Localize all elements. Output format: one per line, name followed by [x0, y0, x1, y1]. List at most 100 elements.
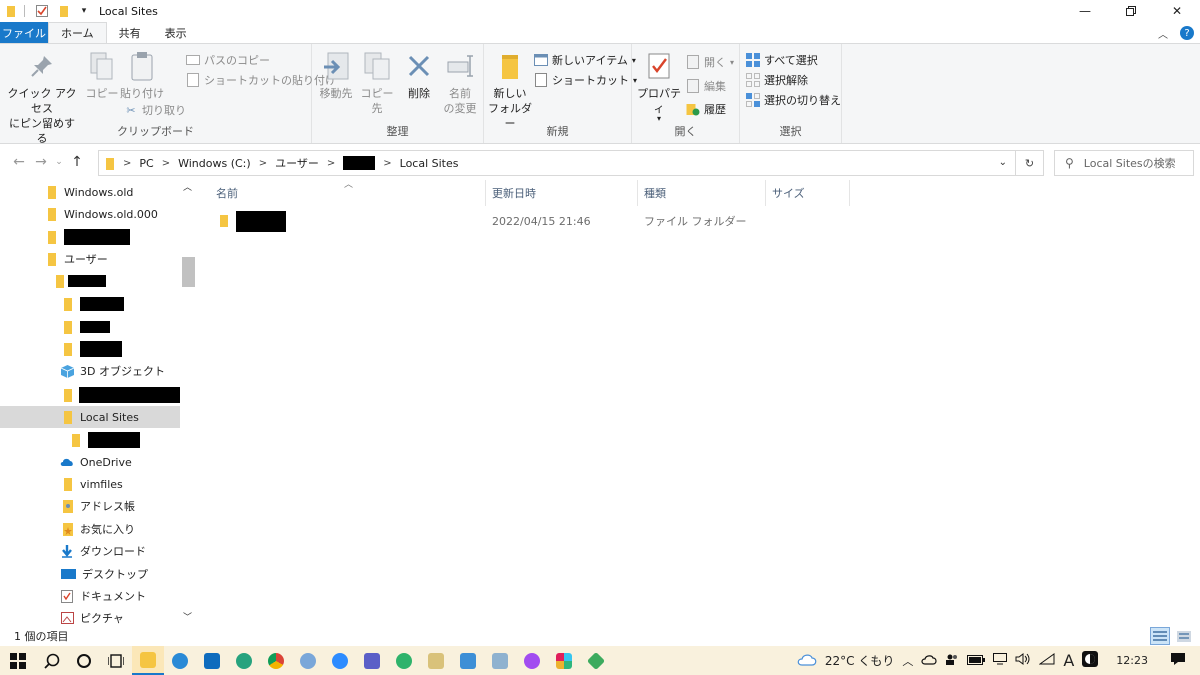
- column-header-size[interactable]: サイズ: [766, 180, 850, 206]
- taskbar-app[interactable]: [484, 646, 516, 675]
- wifi-icon[interactable]: [1038, 653, 1055, 668]
- weather-text[interactable]: 22°C くもり: [825, 652, 894, 669]
- onedrive-tray-icon[interactable]: [921, 654, 937, 668]
- tree-item-vimfiles[interactable]: vimfiles: [0, 473, 180, 495]
- taskbar-teams[interactable]: [356, 646, 388, 675]
- taskbar-app[interactable]: [580, 646, 612, 675]
- tree-item-redacted[interactable]: [0, 338, 180, 360]
- refresh-button[interactable]: ↻: [1016, 150, 1044, 176]
- tree-item-redacted[interactable]: [0, 384, 180, 406]
- breadcrumb-windows-c[interactable]: Windows (C:): [178, 157, 251, 170]
- cut-button[interactable]: ✂ 切り取り: [124, 102, 186, 118]
- address-bar[interactable]: > PC > Windows (C:) > ユーザー > > Local Sit…: [98, 150, 1016, 176]
- easy-access-button[interactable]: ショートカット ▾: [534, 72, 637, 88]
- taskbar-app[interactable]: [292, 646, 324, 675]
- invert-selection-button[interactable]: 選択の切り替え: [746, 92, 841, 108]
- breadcrumb-local-sites[interactable]: Local Sites: [400, 157, 459, 170]
- battery-icon[interactable]: [967, 654, 986, 668]
- taskbar-app[interactable]: [452, 646, 484, 675]
- search-box[interactable]: ⚲ Local Sitesの検索: [1054, 150, 1194, 176]
- details-view-button[interactable]: [1150, 627, 1170, 645]
- minimize-button[interactable]: —: [1062, 0, 1108, 22]
- clock[interactable]: 12:23: [1116, 654, 1148, 667]
- tree-item-redacted[interactable]: [0, 293, 180, 315]
- back-button[interactable]: ←: [8, 150, 30, 174]
- copy-button[interactable]: コピー: [84, 50, 120, 101]
- tray-overflow-icon[interactable]: ︿: [902, 653, 913, 669]
- volume-icon[interactable]: [1015, 653, 1031, 668]
- tree-item-3d-objects[interactable]: 3D オブジェクト: [0, 360, 180, 382]
- tree-item-redacted[interactable]: [0, 316, 180, 338]
- move-to-button[interactable]: 移動先: [316, 50, 356, 101]
- forward-button[interactable]: →: [30, 150, 52, 174]
- search-taskbar-button[interactable]: [36, 646, 68, 675]
- properties-quick-icon[interactable]: [35, 4, 49, 18]
- tree-item-windows-old[interactable]: Windows.old: [0, 181, 180, 203]
- help-icon[interactable]: ?: [1180, 26, 1194, 40]
- taskbar-app[interactable]: [420, 646, 452, 675]
- ime-indicator[interactable]: A: [1063, 651, 1074, 670]
- copy-path-button[interactable]: パスのコピー: [186, 52, 270, 68]
- column-header-modified[interactable]: 更新日時: [486, 180, 638, 206]
- breadcrumb-pc[interactable]: PC: [139, 157, 153, 170]
- tree-item-user-redacted[interactable]: [0, 270, 180, 292]
- taskbar-edge[interactable]: [228, 646, 260, 675]
- open-button[interactable]: 開く ▾: [686, 54, 734, 70]
- new-folder-button[interactable]: 新しい フォルダー: [488, 50, 532, 131]
- start-button[interactable]: [0, 646, 36, 675]
- new-item-button[interactable]: 新しいアイテム ▾: [534, 52, 636, 68]
- taskbar-app[interactable]: [388, 646, 420, 675]
- address-history-dropdown[interactable]: ⌄: [999, 157, 1007, 168]
- taskbar-zoom[interactable]: [324, 646, 356, 675]
- tab-file[interactable]: ファイル: [0, 22, 48, 43]
- tab-home[interactable]: ホーム: [48, 22, 107, 43]
- network-icon[interactable]: [993, 653, 1008, 668]
- taskbar-slack[interactable]: [548, 646, 580, 675]
- new-folder-quick-icon[interactable]: [57, 4, 71, 18]
- collapse-ribbon-icon[interactable]: ︿: [1158, 26, 1168, 41]
- tree-item-downloads[interactable]: ダウンロード: [0, 540, 180, 562]
- taskbar-chrome[interactable]: [260, 646, 292, 675]
- customize-quick-access-icon[interactable]: ▾: [77, 4, 91, 18]
- tree-item-pictures[interactable]: ピクチャ: [0, 607, 180, 626]
- tab-view[interactable]: 表示: [153, 22, 199, 43]
- taskbar-file-explorer[interactable]: [132, 646, 164, 675]
- maximize-button[interactable]: [1108, 0, 1154, 22]
- file-row[interactable]: 2022/04/15 21:46 ファイル フォルダー: [212, 210, 852, 232]
- edit-button[interactable]: 編集: [686, 78, 726, 94]
- tree-item-favorites[interactable]: お気に入り: [0, 518, 180, 540]
- tree-item-documents[interactable]: ドキュメント: [0, 585, 180, 607]
- paste-button[interactable]: 貼り付け: [120, 50, 164, 101]
- tab-share[interactable]: 共有: [107, 22, 153, 43]
- tree-item-onedrive[interactable]: OneDrive: [0, 451, 180, 473]
- taskbar-app[interactable]: [164, 646, 196, 675]
- tree-item-desktop[interactable]: デスクトップ: [0, 563, 180, 585]
- taskbar-messenger[interactable]: [516, 646, 548, 675]
- scroll-down-icon[interactable]: ﹀: [183, 610, 192, 623]
- select-all-button[interactable]: すべて選択: [746, 52, 818, 68]
- nav-pane-scroll-thumb[interactable]: [182, 257, 195, 287]
- tray-app-icon[interactable]: [1082, 651, 1099, 670]
- tree-item-local-sites[interactable]: Local Sites: [0, 406, 180, 428]
- people-tray-icon[interactable]: [945, 653, 959, 668]
- copy-to-button[interactable]: コピー先: [356, 50, 398, 116]
- select-none-button[interactable]: 選択解除: [746, 72, 808, 88]
- nav-pane-scrollbar[interactable]: ︿ ﹀: [180, 180, 196, 626]
- task-view-button[interactable]: [100, 646, 132, 675]
- cortana-button[interactable]: [68, 646, 100, 675]
- recent-locations-button[interactable]: ⌄: [52, 150, 66, 174]
- column-header-type[interactable]: 種類: [638, 180, 766, 206]
- rename-button[interactable]: 名前 の変更: [440, 50, 480, 116]
- taskbar-outlook[interactable]: [196, 646, 228, 675]
- history-button[interactable]: 履歴: [686, 101, 726, 117]
- tree-item-redacted[interactable]: [0, 429, 180, 451]
- tree-item-windows-old-000[interactable]: Windows.old.000: [0, 203, 180, 225]
- tree-item-redacted[interactable]: [0, 226, 180, 248]
- up-button[interactable]: ↑: [66, 150, 88, 174]
- properties-button[interactable]: プロパティ ▾: [636, 50, 682, 123]
- scroll-up-icon[interactable]: ︿: [183, 180, 192, 193]
- column-header-name[interactable]: 名前: [210, 180, 486, 206]
- close-button[interactable]: ✕: [1154, 0, 1200, 22]
- breadcrumb-user-redacted[interactable]: [343, 156, 376, 170]
- tree-item-users[interactable]: ユーザー: [0, 248, 180, 270]
